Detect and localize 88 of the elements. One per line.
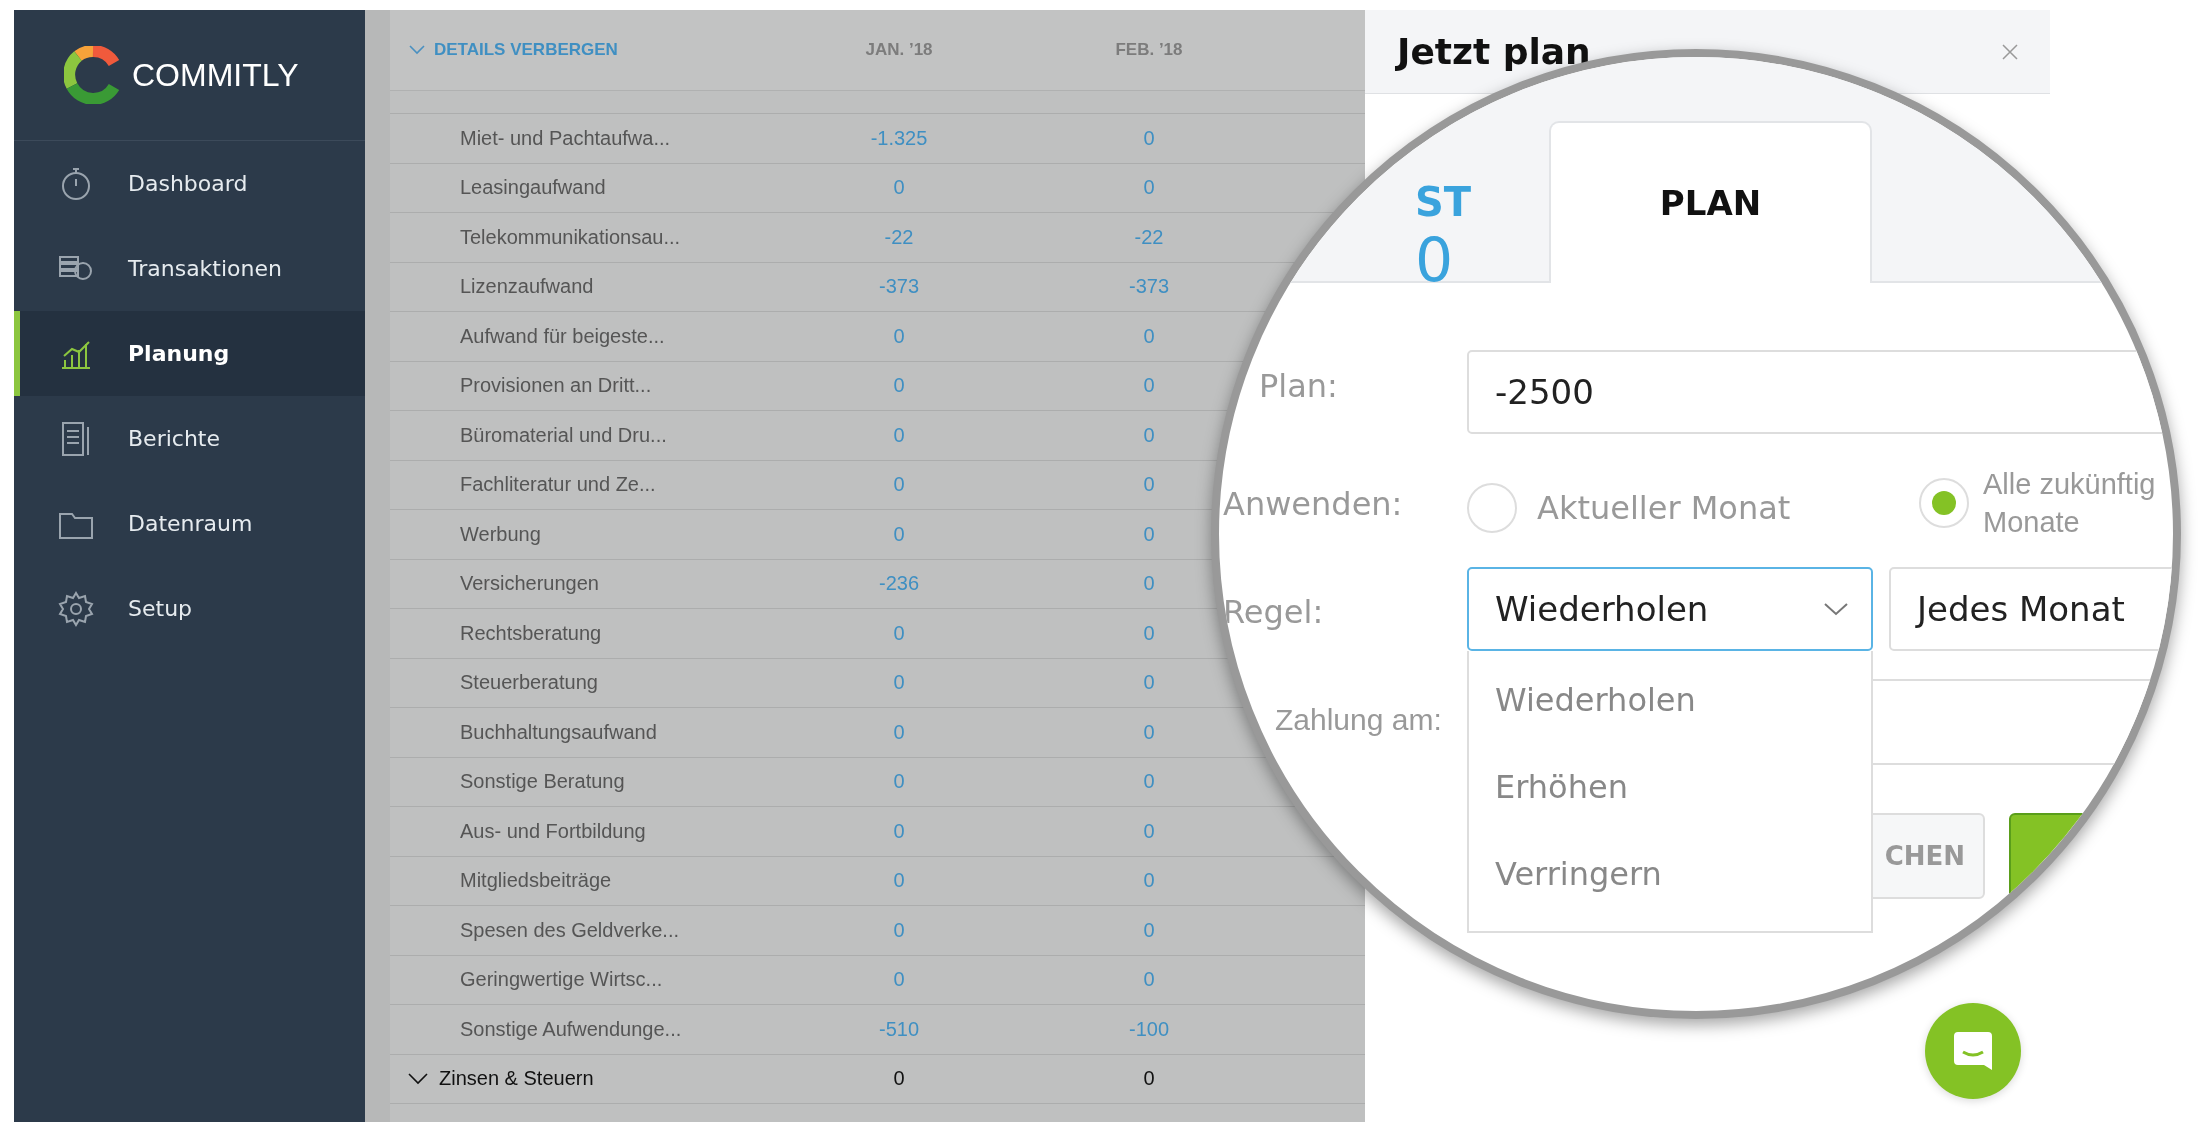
table-cell-text: -22 — [1133, 225, 1165, 249]
column-header: FEB. ’18 — [1114, 40, 1184, 60]
nav-item[interactable]: Dashboard — [14, 141, 365, 226]
table-cell-text: -22 — [883, 225, 915, 249]
row-label: Geringwertige Wirtsc... — [459, 968, 664, 992]
radio-label: Alle zukünftig Monate — [1983, 467, 2156, 540]
row-label: Sonstige Aufwendunge... — [459, 1017, 683, 1041]
table-cell-text: -373 — [878, 275, 920, 299]
menu-item[interactable]: Verringern — [1469, 854, 1871, 893]
table-cell-text: 0 — [892, 1067, 906, 1091]
table-cell-text: 0 — [1142, 572, 1156, 596]
row-label: Provisionen an Dritt... — [459, 374, 653, 398]
nav-item[interactable]: Transaktionen — [14, 226, 365, 311]
table-cell-text: 0 — [1142, 1067, 1156, 1091]
table-cell-text: 0 — [1142, 869, 1156, 893]
row-label: Werbung — [459, 522, 542, 546]
nav-item[interactable]: Setup — [14, 566, 365, 651]
field-label: Zahlung am: — [1275, 703, 1442, 737]
table-cell-text: 0 — [892, 819, 906, 843]
row-label: Versicherungen — [459, 572, 600, 596]
tab[interactable]: PLAN — [1549, 121, 1872, 283]
table-cell-text: 0 — [892, 324, 906, 348]
table-cell-text: 0 — [892, 621, 906, 645]
table-cell-text: -1.325 — [869, 126, 929, 150]
interval-field[interactable]: Jedes Monat — [1889, 567, 2173, 651]
table-cell-text: 0 — [1142, 918, 1156, 942]
menu-item[interactable]: Wiederholen — [1469, 681, 1871, 720]
column-header: JAN. ’18 — [864, 40, 934, 60]
table-cell-text: 0 — [892, 720, 906, 744]
row-label: Büromaterial und Dru... — [459, 423, 668, 447]
logo-text: COMMITLY — [132, 56, 299, 94]
chevron-icon[interactable] — [407, 1071, 429, 1086]
menu-item[interactable]: Erhöhen — [1469, 768, 1871, 806]
row-label: Mitgliedsbeiträge — [459, 869, 613, 893]
field-label: Plan: — [1259, 367, 1338, 405]
nav-item[interactable]: Berichte — [14, 396, 365, 481]
nav-item[interactable]: Planung — [14, 311, 365, 396]
row-label: Fachliteratur und Ze... — [459, 473, 657, 497]
row-label: Lizenzaufwand — [459, 275, 595, 299]
table-cell-text: -373 — [1128, 275, 1170, 299]
table-cell-text: 0 — [892, 770, 906, 794]
table-cell-text: 0 — [892, 176, 906, 200]
table-cell-text: 0 — [1142, 720, 1156, 744]
row-label: Buchhaltungsaufwand — [459, 720, 658, 744]
table-cell-text: 0 — [1142, 522, 1156, 546]
table-cell-text: -100 — [1128, 1017, 1170, 1041]
table-cell-text: 0 — [1142, 819, 1156, 843]
table-cell-text: 0 — [892, 423, 906, 447]
table-cell-text: 0 — [1142, 621, 1156, 645]
field-label: Regel: — [1223, 593, 1324, 631]
panel-title: Jetzt plan — [1397, 31, 1591, 72]
table-cell-text: 0 — [1142, 126, 1156, 150]
table-cell-text: -510 — [878, 1017, 920, 1041]
row-label: Steuerberatung — [459, 671, 599, 695]
row-label: Aus- und Fortbildung — [459, 819, 647, 843]
group-label: Zinsen & Steuern — [438, 1067, 595, 1091]
row-label: Sonstige Beratung — [459, 770, 626, 794]
table-cell-text: 0 — [892, 473, 906, 497]
rule-dropdown[interactable]: Wiederholen — [1467, 567, 1873, 651]
chevron-icon — [408, 44, 426, 56]
table-cell-text: 0 — [1142, 473, 1156, 497]
table-cell-text: -236 — [878, 572, 920, 596]
table-cell-text: 0 — [892, 671, 906, 695]
logo-icon — [64, 46, 122, 104]
field-label: Anwenden: — [1223, 485, 1403, 523]
row-label: Leasingaufwand — [459, 176, 607, 200]
table-cell-text: 0 — [1142, 968, 1156, 992]
row-label: Spesen des Geldverke... — [459, 918, 680, 942]
table-cell-text: 0 — [1142, 423, 1156, 447]
table-cell-text: 0 — [1142, 324, 1156, 348]
radio-label: Aktueller Monat — [1537, 488, 1791, 528]
table-cell-text: 0 — [892, 869, 906, 893]
row-label: Rechtsberatung — [459, 621, 603, 645]
row-label: Aufwand für beigeste... — [459, 324, 666, 348]
nav-item[interactable]: Datenraum — [14, 481, 365, 566]
table-cell-text: 0 — [892, 968, 906, 992]
table-cell-text: 0 — [1142, 671, 1156, 695]
chevron-icon — [1823, 601, 1849, 617]
row-label: Telekommunikationsau... — [459, 225, 682, 249]
close-icon[interactable] — [2000, 41, 2020, 62]
table-cell-text: 0 — [892, 522, 906, 546]
row-label: Miet- und Pachtaufwa... — [459, 126, 672, 150]
table-cell-text: 0 — [1142, 770, 1156, 794]
table-cell-text: 0 — [892, 374, 906, 398]
radio-button[interactable] — [1919, 478, 1969, 528]
table-cell-text: 0 — [1142, 176, 1156, 200]
table-cell-text: 0 — [892, 918, 906, 942]
radio-button[interactable] — [1467, 483, 1517, 533]
